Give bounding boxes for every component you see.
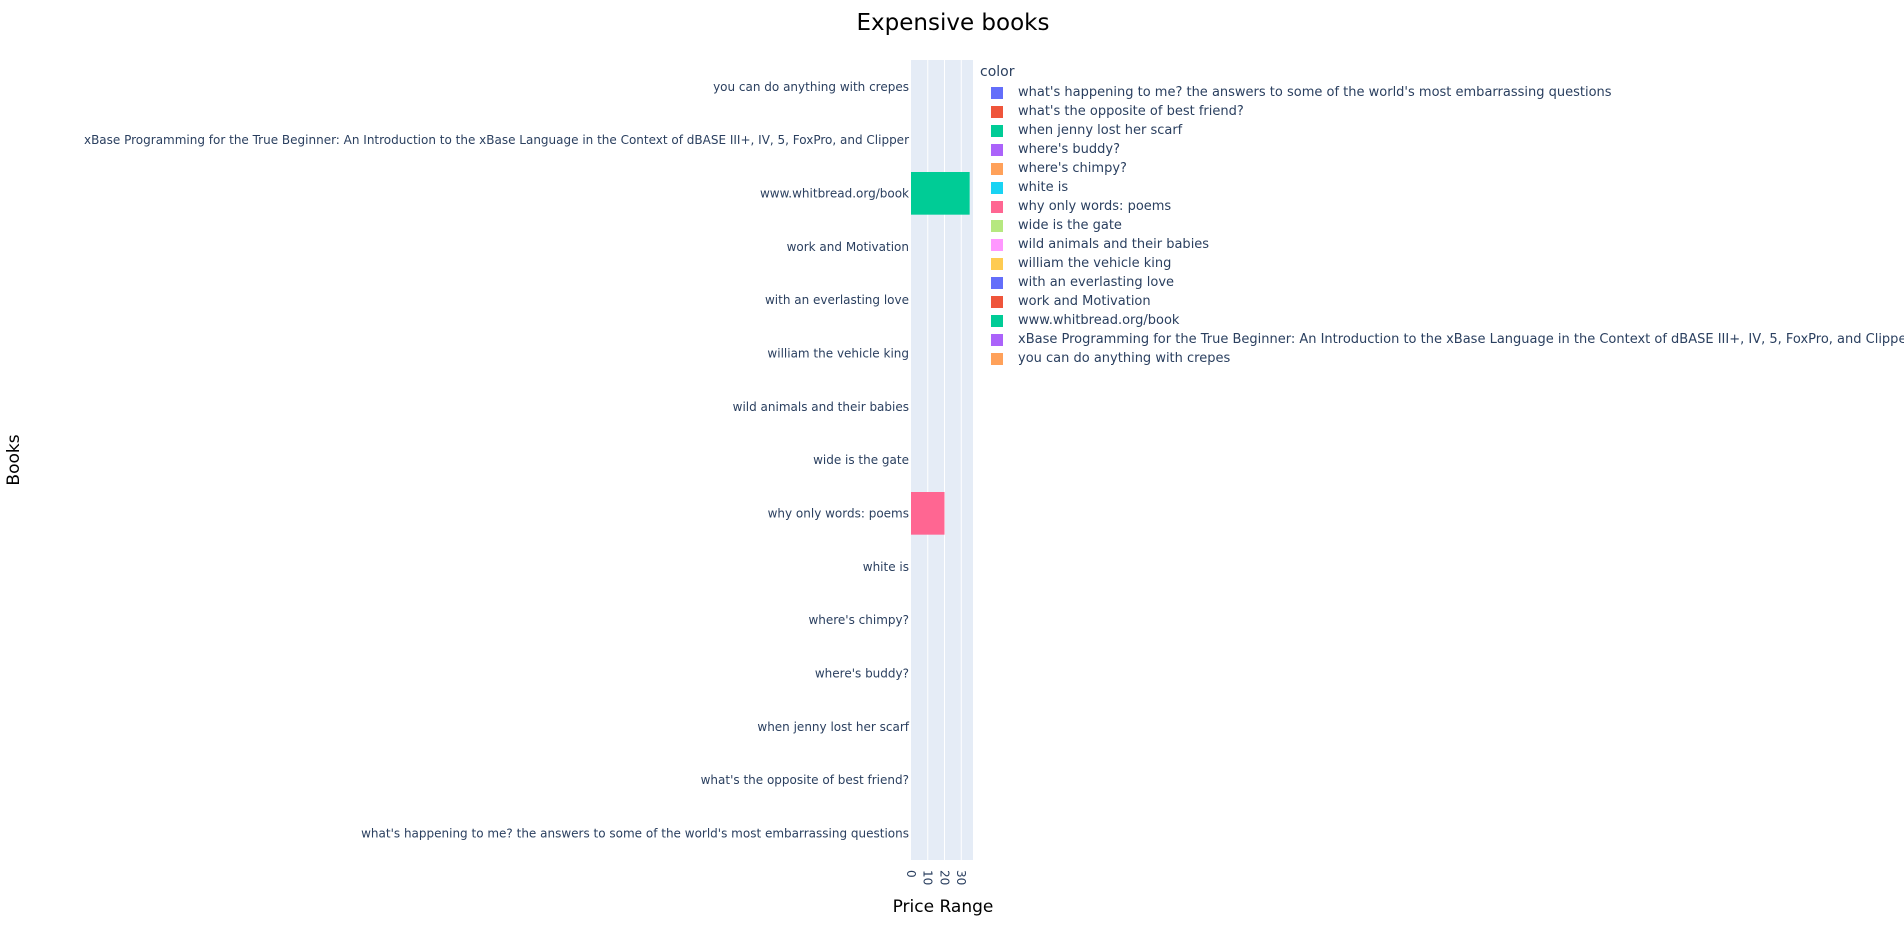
legend-swatch [991,143,1003,156]
y-tick-label: where's chimpy? [808,613,909,627]
legend-swatch [991,124,1003,137]
legend-label: wide is the gate [1018,218,1122,233]
legend-swatch [991,276,1003,289]
legend: what's happening to me? the answers to s… [991,83,1904,368]
legend-label: william the vehicle king [1018,256,1172,271]
y-tick-label: what's the opposite of best friend? [701,773,909,787]
legend-label: white is [1018,180,1069,195]
y-tick-label: why only words: poems [768,507,909,521]
legend-swatch [991,314,1003,327]
y-tick-label: what's happening to me? the answers to s… [361,827,909,841]
legend-label: wild animals and their babies [1018,237,1210,252]
chart-title: Expensive books [857,10,1050,36]
y-axis-label: Books [4,434,24,485]
legend-item[interactable]: william the vehicle king [991,254,1904,273]
legend-item[interactable]: where's chimpy? [991,159,1904,178]
x-tick-label: 0 [904,870,918,878]
legend-item[interactable]: white is [991,178,1904,197]
legend-swatch [991,333,1003,346]
legend-swatch [991,352,1003,365]
legend-swatch [991,257,1003,270]
x-tick-label: 20 [937,870,951,885]
legend-swatch [991,238,1003,251]
legend-swatch [991,162,1003,175]
legend-label: why only words: poems [1018,199,1172,214]
legend-swatch [991,86,1003,99]
legend-label: work and Motivation [1018,294,1151,309]
x-tick-label: 30 [954,870,968,885]
legend-swatch [991,105,1003,118]
y-tick-label: xBase Programming for the True Beginner:… [84,133,909,147]
legend-label: what's the opposite of best friend? [1018,104,1244,119]
legend-item[interactable]: xBase Programming for the True Beginner:… [991,330,1904,349]
legend-label: when jenny lost her scarf [1018,123,1183,138]
x-tick-label: 10 [921,870,935,885]
bar[interactable] [911,172,970,215]
y-tick-label: you can do anything with crepes [713,80,909,94]
legend-item[interactable]: wide is the gate [991,216,1904,235]
y-tick-label: work and Motivation [787,240,909,254]
legend-label: where's chimpy? [1018,161,1127,176]
legend-item[interactable]: with an everlasting love [991,273,1904,292]
legend-item[interactable]: wild animals and their babies [991,235,1904,254]
legend-label: what's happening to me? the answers to s… [1018,85,1612,100]
x-axis-label: Price Range [893,897,994,917]
legend-swatch [991,181,1003,194]
legend-label: you can do anything with crepes [1018,351,1231,366]
y-tick-label: www.whitbread.org/book [760,187,909,201]
legend-swatch [991,219,1003,232]
legend-item[interactable]: why only words: poems [991,197,1904,216]
legend-title: color [980,64,1015,80]
y-tick-label: with an everlasting love [765,293,909,307]
y-tick-label: wild animals and their babies [733,400,909,414]
legend-item[interactable]: when jenny lost her scarf [991,121,1904,140]
y-tick-label: william the vehicle king [767,347,909,361]
y-tick-label: when jenny lost her scarf [757,720,909,734]
legend-label: where's buddy? [1018,142,1120,157]
legend-item[interactable]: work and Motivation [991,292,1904,311]
y-tick-label: white is [863,560,909,574]
y-tick-label: wide is the gate [813,453,909,467]
legend-item[interactable]: www.whitbread.org/book [991,311,1904,330]
legend-item[interactable]: where's buddy? [991,140,1904,159]
legend-swatch [991,295,1003,308]
legend-item[interactable]: what's the opposite of best friend? [991,102,1904,121]
legend-label: www.whitbread.org/book [1018,313,1180,328]
legend-item[interactable]: what's happening to me? the answers to s… [991,83,1904,102]
legend-label: xBase Programming for the True Beginner:… [1018,332,1904,347]
y-tick-label: where's buddy? [815,667,909,681]
legend-label: with an everlasting love [1018,275,1175,290]
legend-swatch [991,200,1003,213]
legend-item[interactable]: you can do anything with crepes [991,349,1904,368]
bar[interactable] [911,492,945,535]
